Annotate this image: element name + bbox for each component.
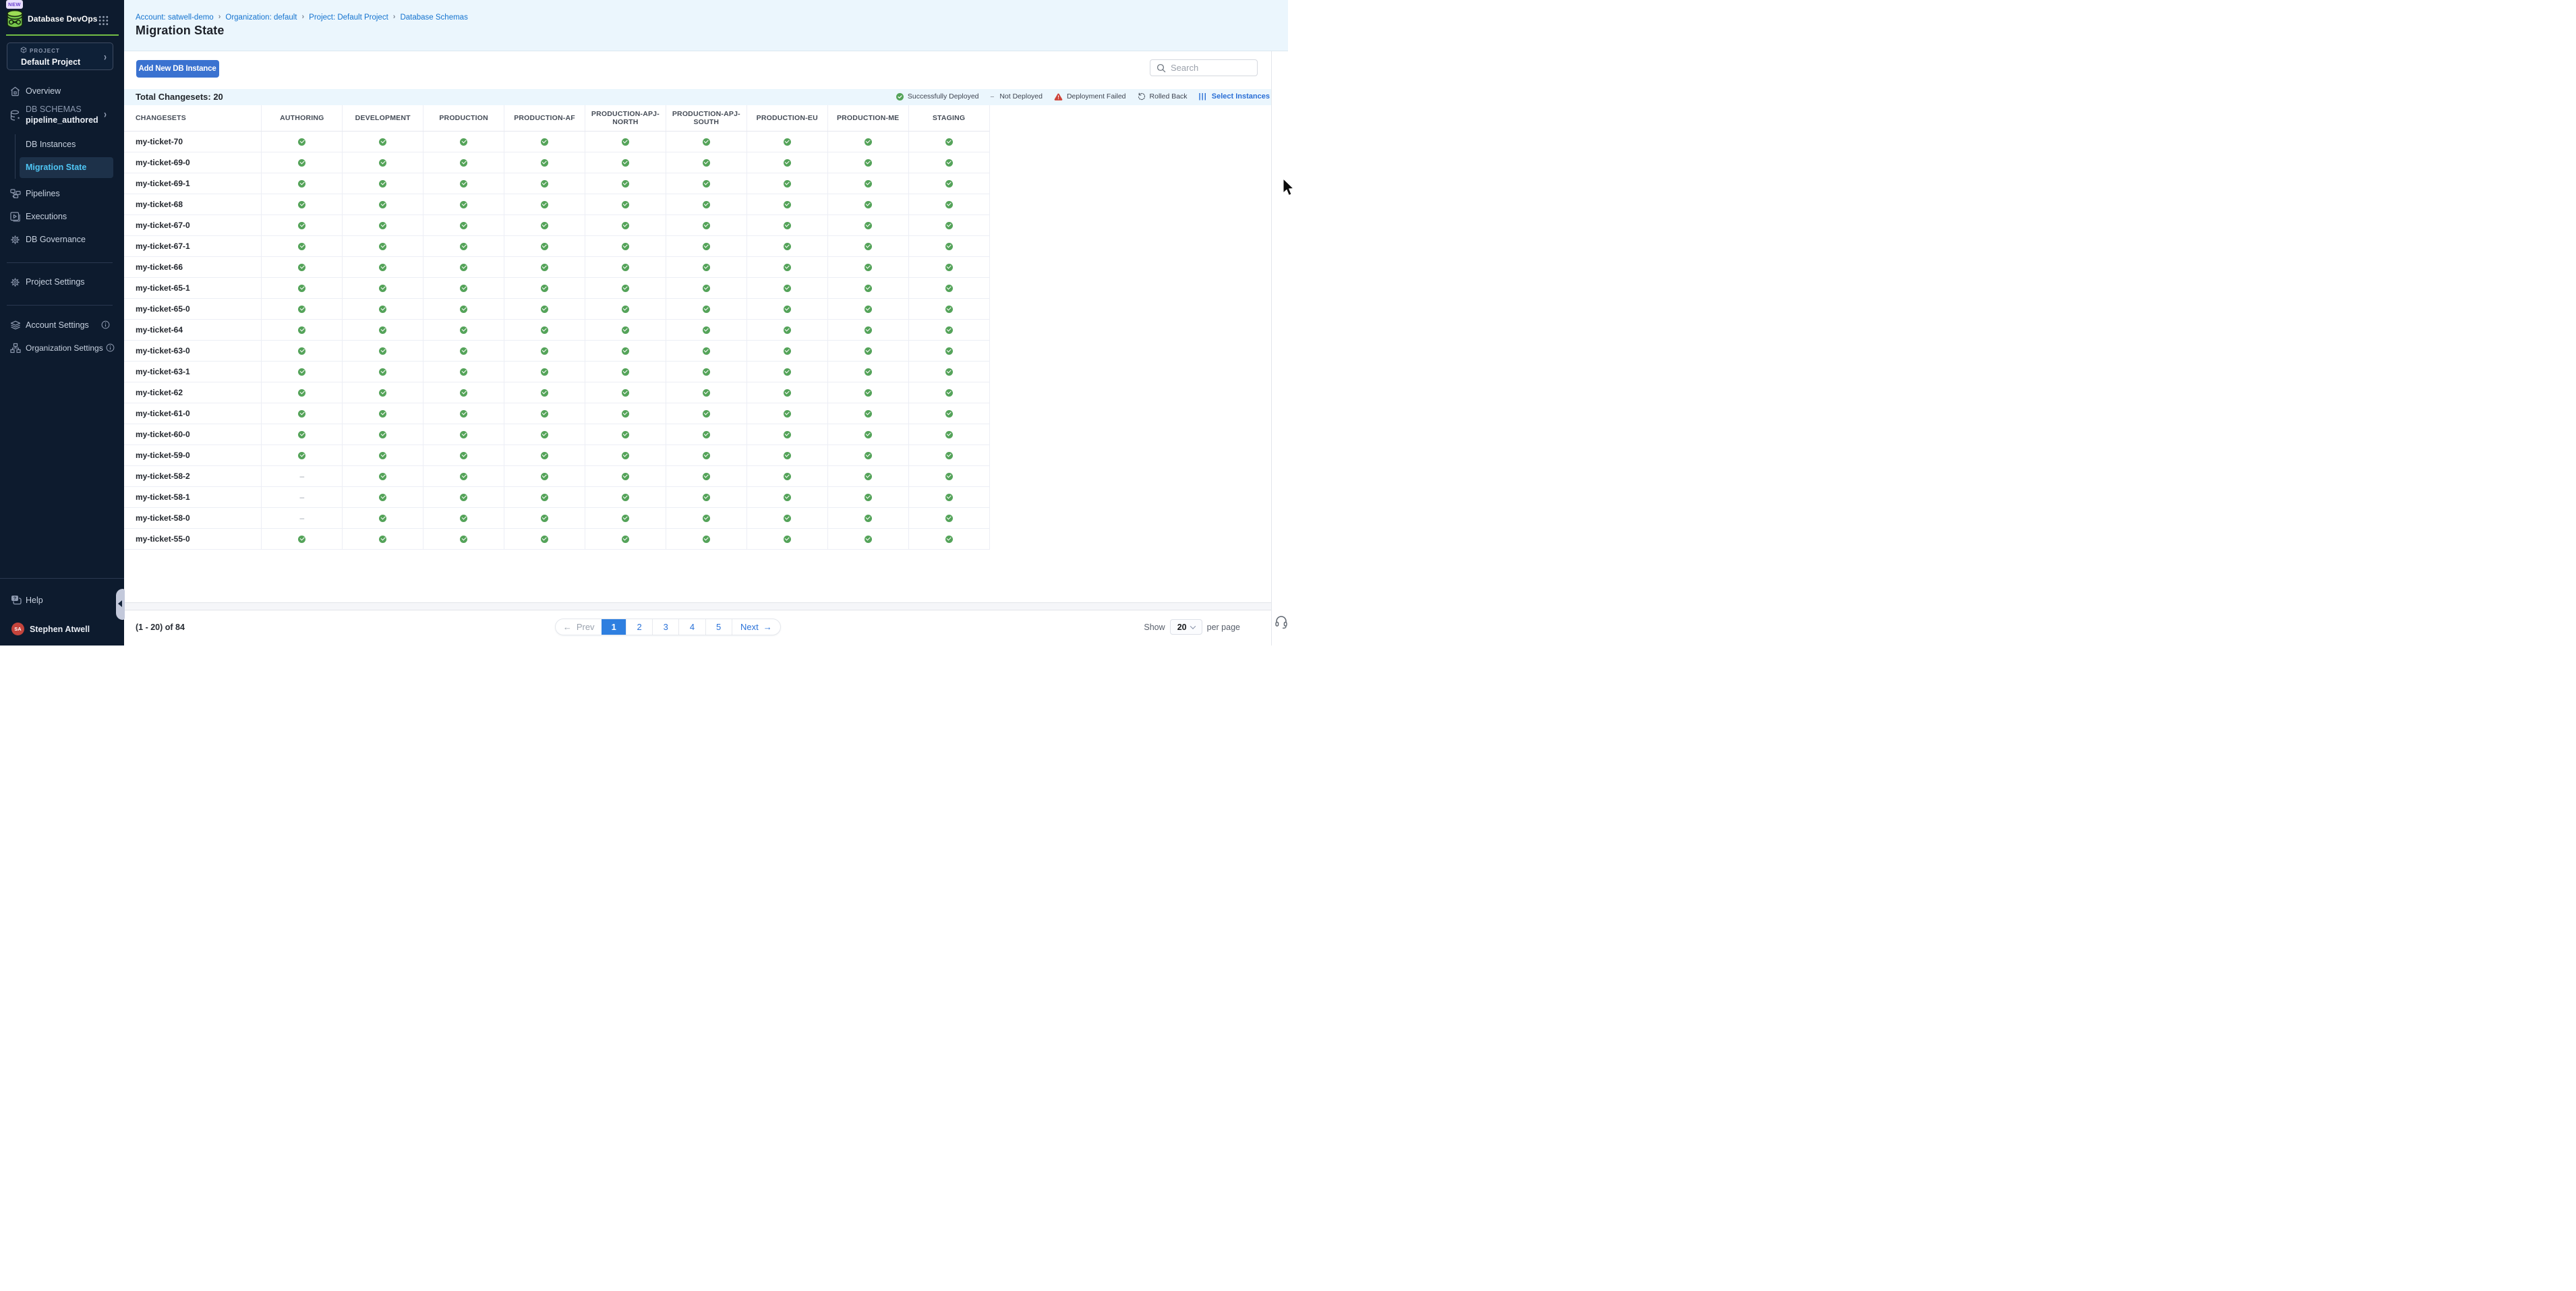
- svg-text:?: ?: [13, 597, 16, 602]
